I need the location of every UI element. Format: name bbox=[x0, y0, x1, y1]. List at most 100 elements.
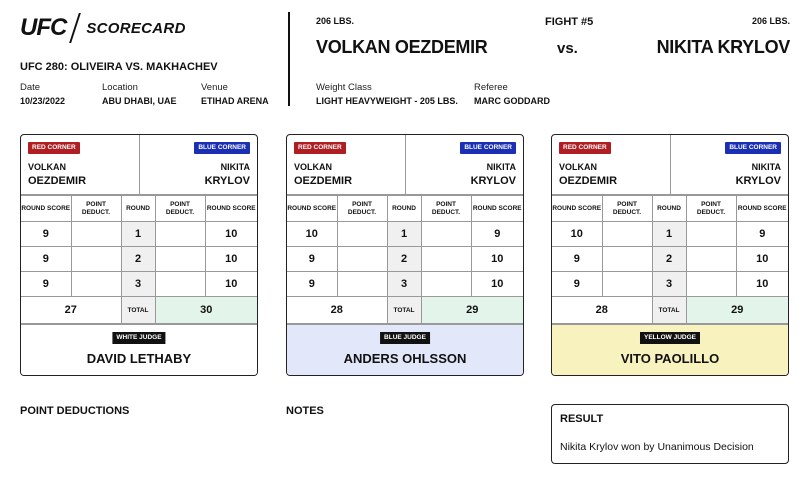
judge-area: WHITE JUDGE DAVID LETHABY bbox=[21, 324, 257, 375]
red-round-score: 9 bbox=[287, 246, 338, 272]
result-heading: RESULT bbox=[560, 413, 604, 425]
blue-corner-tag: BLUE CORNER bbox=[460, 142, 516, 154]
red-first-name: VOLKAN bbox=[28, 162, 66, 172]
red-round-score: 10 bbox=[552, 221, 603, 247]
red-round-score-header: ROUND SCORE bbox=[552, 195, 603, 222]
round-header: ROUND bbox=[651, 195, 687, 222]
vs-label: vs. bbox=[557, 40, 578, 57]
red-point-deduction bbox=[601, 271, 653, 297]
red-total: 28 bbox=[287, 296, 388, 324]
red-point-deduct-header: POINT DEDUCT. bbox=[70, 195, 122, 222]
red-round-score: 9 bbox=[287, 271, 338, 297]
red-round-score-header: ROUND SCORE bbox=[21, 195, 72, 222]
red-fighter-name: VOLKAN OEZDEMIR bbox=[316, 37, 488, 57]
page-title: SCORECARD bbox=[86, 19, 186, 37]
round-number: 3 bbox=[651, 271, 687, 297]
blue-round-score: 10 bbox=[470, 246, 523, 272]
red-round-score: 9 bbox=[552, 271, 603, 297]
corners-header: RED CORNER BLUE CORNER VOLKAN OEZDEMIR N… bbox=[21, 135, 257, 195]
blue-weight: 206 LBS. bbox=[751, 16, 790, 26]
blue-point-deduct-header: POINT DEDUCT. bbox=[685, 195, 737, 222]
red-weight: 206 LBS. bbox=[316, 16, 355, 26]
judge-area: BLUE JUDGE ANDERS OHLSSON bbox=[287, 324, 523, 375]
round-number: 1 bbox=[386, 221, 422, 247]
red-first-name: VOLKAN bbox=[559, 162, 597, 172]
round-number: 2 bbox=[386, 246, 422, 272]
round-row: 10 1 9 bbox=[552, 221, 788, 247]
notes-heading: NOTES bbox=[286, 405, 324, 417]
blue-point-deduction bbox=[685, 246, 737, 272]
red-corner-tag: RED CORNER bbox=[28, 142, 80, 154]
total-row: 28 TOTAL 29 bbox=[552, 296, 788, 324]
red-round-score: 9 bbox=[21, 271, 72, 297]
corner-divider bbox=[670, 135, 671, 195]
red-first-name: VOLKAN bbox=[294, 162, 332, 172]
weight-class-label: Weight Class bbox=[316, 82, 372, 93]
point-deductions-heading: POINT DEDUCTIONS bbox=[20, 405, 130, 417]
judge-name: VITO PAOLILLO bbox=[620, 351, 720, 366]
score-table: ROUND SCORE POINT DEDUCT. ROUND POINT DE… bbox=[21, 195, 257, 324]
judge-scorecard: RED CORNER BLUE CORNER VOLKAN OEZDEMIR N… bbox=[551, 134, 789, 376]
red-round-score-header: ROUND SCORE bbox=[287, 195, 338, 222]
location-label: Location bbox=[102, 82, 138, 93]
score-header-row: ROUND SCORE POINT DEDUCT. ROUND POINT DE… bbox=[287, 195, 523, 222]
red-corner-tag: RED CORNER bbox=[559, 142, 611, 154]
blue-last-name: KRYLOV bbox=[735, 175, 781, 187]
red-total: 27 bbox=[21, 296, 122, 324]
total-row: 28 TOTAL 29 bbox=[287, 296, 523, 324]
blue-point-deduction bbox=[154, 221, 206, 247]
blue-round-score: 10 bbox=[204, 221, 257, 247]
total-label: TOTAL bbox=[120, 296, 156, 324]
red-point-deduction bbox=[336, 221, 388, 247]
round-number: 2 bbox=[120, 246, 156, 272]
blue-point-deduct-header: POINT DEDUCT. bbox=[420, 195, 472, 222]
referee-label: Referee bbox=[474, 82, 508, 93]
round-number: 3 bbox=[386, 271, 422, 297]
round-row: 9 3 10 bbox=[287, 271, 523, 297]
red-round-score: 9 bbox=[21, 246, 72, 272]
red-point-deduction bbox=[70, 221, 122, 247]
blue-round-score-header: ROUND SCORE bbox=[735, 195, 788, 222]
blue-round-score: 10 bbox=[735, 246, 788, 272]
logo-divider bbox=[69, 13, 82, 43]
red-point-deduction bbox=[601, 221, 653, 247]
blue-fighter-name: NIKITA KRYLOV bbox=[656, 37, 791, 57]
referee-value: MARC GODDARD bbox=[474, 96, 550, 106]
blue-corner-tag: BLUE CORNER bbox=[194, 142, 250, 154]
date-label: Date bbox=[20, 82, 41, 93]
red-corner-tag: RED CORNER bbox=[294, 142, 346, 154]
blue-round-score: 10 bbox=[204, 246, 257, 272]
event-name: UFC 280: OLIVEIRA VS. MAKHACHEV bbox=[20, 61, 218, 73]
round-row: 9 2 10 bbox=[552, 246, 788, 272]
round-row: 9 2 10 bbox=[287, 246, 523, 272]
round-number: 1 bbox=[120, 221, 156, 247]
judge-name: ANDERS OHLSSON bbox=[343, 351, 467, 366]
corner-divider bbox=[405, 135, 406, 195]
fight-number: FIGHT #5 bbox=[545, 16, 594, 28]
blue-first-name: NIKITA bbox=[486, 162, 516, 172]
blue-point-deduction bbox=[685, 271, 737, 297]
round-number: 2 bbox=[651, 246, 687, 272]
round-row: 9 2 10 bbox=[21, 246, 257, 272]
location-value: ABU DHABI, UAE bbox=[102, 96, 177, 106]
score-table: ROUND SCORE POINT DEDUCT. ROUND POINT DE… bbox=[552, 195, 788, 324]
judge-scorecard: RED CORNER BLUE CORNER VOLKAN OEZDEMIR N… bbox=[20, 134, 258, 376]
round-row: 9 3 10 bbox=[552, 271, 788, 297]
blue-round-score: 10 bbox=[470, 271, 523, 297]
round-row: 9 1 10 bbox=[21, 221, 257, 247]
red-point-deduct-header: POINT DEDUCT. bbox=[601, 195, 653, 222]
total-label: TOTAL bbox=[386, 296, 422, 324]
blue-corner-tag: BLUE CORNER bbox=[725, 142, 781, 154]
score-table: ROUND SCORE POINT DEDUCT. ROUND POINT DE… bbox=[287, 195, 523, 324]
total-label: TOTAL bbox=[651, 296, 687, 324]
blue-point-deduction bbox=[420, 271, 472, 297]
blue-round-score: 9 bbox=[470, 221, 523, 247]
round-number: 3 bbox=[120, 271, 156, 297]
red-point-deduction bbox=[336, 246, 388, 272]
ufc-logo: UFC bbox=[20, 14, 67, 41]
red-last-name: OEZDEMIR bbox=[294, 175, 353, 187]
blue-round-score-header: ROUND SCORE bbox=[204, 195, 257, 222]
judge-tag: WHITE JUDGE bbox=[112, 332, 166, 344]
blue-total: 30 bbox=[154, 296, 257, 324]
round-header: ROUND bbox=[120, 195, 156, 222]
